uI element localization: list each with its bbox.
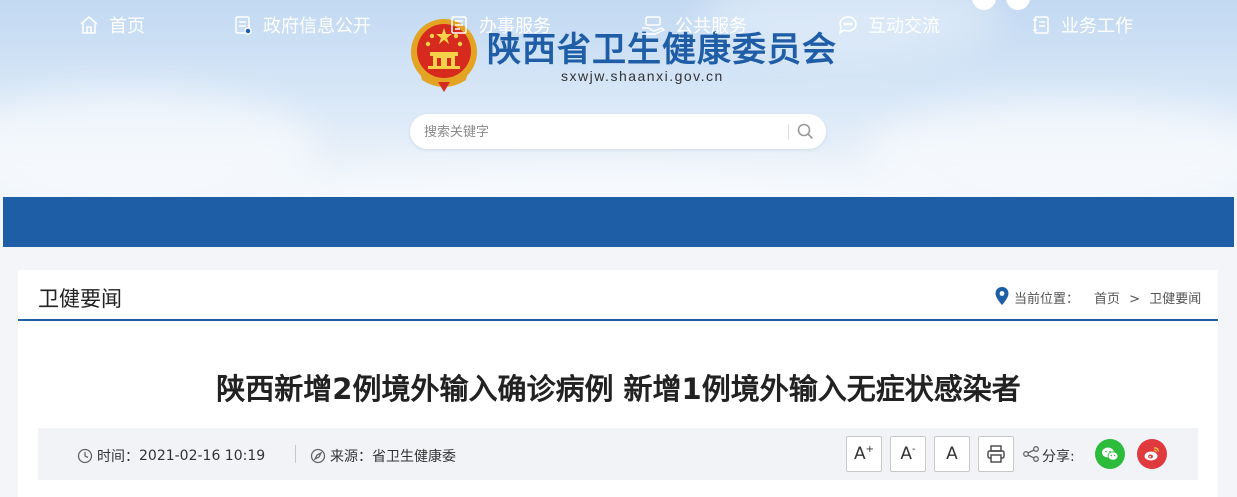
location-pin-icon: [995, 287, 1009, 305]
section-title: 卫健要闻: [38, 287, 122, 311]
search-icon[interactable]: [796, 122, 814, 140]
nav-item-label: 政府信息公开: [263, 16, 371, 37]
wechat-icon: [1102, 447, 1119, 461]
weibo-icon: [1144, 447, 1160, 461]
nav-item-label: 互动交流: [868, 16, 940, 37]
form-icon: [451, 16, 467, 34]
document-list-icon: [235, 16, 252, 35]
location-label: 当前位置：: [1014, 292, 1080, 307]
chat-icon: [838, 16, 857, 35]
print-button[interactable]: [978, 436, 1014, 472]
nav-item-services[interactable]: 办事服务: [448, 0, 551, 50]
meta-divider: [295, 445, 296, 463]
home-icon: [80, 16, 98, 34]
article-title: 陕西新增2例境外输入确诊病例 新增1例境外输入无症状感染者: [216, 372, 1021, 406]
clock-icon: [77, 448, 93, 464]
nav-item-gov-info[interactable]: 政府信息公开: [232, 0, 371, 50]
breadcrumb: 首页 > 卫健要闻: [1094, 288, 1201, 307]
nav-item-label: 办事服务: [479, 16, 551, 37]
compass-icon: [310, 448, 326, 464]
share-weibo-button[interactable]: [1137, 439, 1167, 469]
breadcrumb-home[interactable]: 首页: [1094, 292, 1120, 307]
main-nav: [3, 197, 1234, 247]
nav-item-public-services[interactable]: 公共服务: [640, 0, 747, 50]
share-icon: [1023, 446, 1039, 462]
nav-item-label: 业务工作: [1061, 16, 1133, 37]
book-icon: [1033, 16, 1049, 34]
breadcrumb-separator: >: [1129, 292, 1141, 307]
font-default-button[interactable]: A: [934, 436, 970, 472]
share-label: 分享:: [1042, 449, 1075, 465]
site-domain: sxwjw.shaanxi.gov.cn: [561, 68, 724, 84]
hand-service-icon: [642, 16, 665, 35]
font-smaller-button[interactable]: A-: [890, 436, 926, 472]
time-label: 时间：: [97, 449, 139, 465]
source-label: 来源：: [330, 449, 372, 465]
nav-item-label: 首页: [109, 16, 145, 37]
nav-item-label: 公共服务: [675, 16, 747, 37]
search-box: [410, 114, 826, 149]
nav-item-home[interactable]: 首页: [78, 0, 145, 50]
printer-icon: [987, 445, 1005, 463]
top-link-circle[interactable]: [1006, 0, 1030, 10]
nav-item-interaction[interactable]: 互动交流: [837, 0, 940, 50]
breadcrumb-current[interactable]: 卫健要闻: [1149, 292, 1201, 307]
article-source: 来源： 省卫生健康委: [310, 446, 456, 466]
share-wechat-button[interactable]: [1095, 439, 1125, 469]
font-larger-button[interactable]: A +: [846, 436, 882, 472]
article-time: 时间： 2021-02-16 10:19: [77, 446, 265, 466]
source-value: 省卫生健康委: [372, 449, 456, 465]
time-value: 2021-02-16 10:19: [139, 448, 266, 464]
nav-item-business[interactable]: 业务工作: [1030, 0, 1133, 50]
search-divider: [788, 124, 789, 140]
search-input[interactable]: [424, 114, 784, 149]
